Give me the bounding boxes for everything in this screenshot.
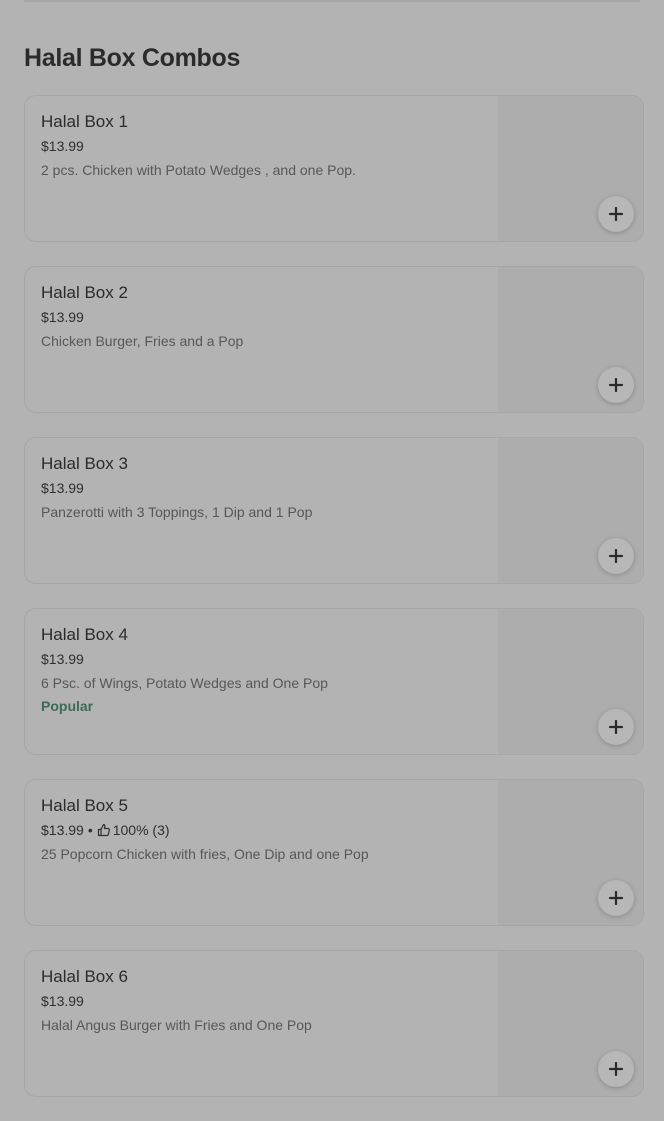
item-price-row: $13.99 bbox=[41, 480, 84, 496]
item-price: $13.99 bbox=[41, 138, 84, 154]
item-name: Halal Box 4 bbox=[41, 625, 128, 644]
item-name: Halal Box 3 bbox=[41, 454, 128, 473]
item-price-row: $13.99 bbox=[41, 138, 84, 154]
item-description: 25 Popcorn Chicken with fries, One Dip a… bbox=[41, 846, 369, 862]
item-name: Halal Box 2 bbox=[41, 283, 128, 302]
price-separator: • bbox=[87, 822, 93, 838]
menu-item-card[interactable]: Halal Box 3 $13.99 Panzerotti with 3 Top… bbox=[24, 437, 644, 584]
item-name: Halal Box 6 bbox=[41, 967, 128, 986]
item-name: Halal Box 5 bbox=[41, 796, 128, 815]
item-price: $13.99 bbox=[41, 480, 84, 496]
section-title: Halal Box Combos bbox=[24, 44, 241, 72]
plus-icon bbox=[609, 891, 623, 905]
item-description: 6 Psc. of Wings, Potato Wedges and One P… bbox=[41, 675, 328, 691]
thumbs-up-icon bbox=[97, 823, 110, 837]
add-item-button[interactable] bbox=[598, 367, 634, 403]
add-item-button[interactable] bbox=[598, 880, 634, 916]
menu-item-card[interactable]: Halal Box 1 $13.99 2 pcs. Chicken with P… bbox=[24, 95, 644, 242]
plus-icon bbox=[609, 207, 623, 221]
top-divider bbox=[24, 0, 640, 2]
item-description: 2 pcs. Chicken with Potato Wedges , and … bbox=[41, 162, 356, 178]
item-description: Panzerotti with 3 Toppings, 1 Dip and 1 … bbox=[41, 504, 313, 520]
add-item-button[interactable] bbox=[598, 196, 634, 232]
item-price: $13.99 bbox=[41, 993, 84, 1009]
add-item-button[interactable] bbox=[598, 538, 634, 574]
menu-item-card[interactable]: Halal Box 4 $13.99 6 Psc. of Wings, Pota… bbox=[24, 608, 644, 755]
item-description: Halal Angus Burger with Fries and One Po… bbox=[41, 1017, 312, 1033]
item-price: $13.99 bbox=[41, 309, 84, 325]
item-rating: 100% (3) bbox=[112, 822, 170, 838]
item-price-row: $13.99 bbox=[41, 309, 84, 325]
menu-item-card[interactable]: Halal Box 6 $13.99 Halal Angus Burger wi… bbox=[24, 950, 644, 1097]
item-name: Halal Box 1 bbox=[41, 112, 128, 131]
add-item-button[interactable] bbox=[598, 709, 634, 745]
add-item-button[interactable] bbox=[598, 1051, 634, 1087]
plus-icon bbox=[609, 720, 623, 734]
menu-item-card[interactable]: Halal Box 5 $13.99 • 100% (3) 25 Popcorn… bbox=[24, 779, 644, 926]
item-description: Chicken Burger, Fries and a Pop bbox=[41, 333, 244, 349]
item-price-row: $13.99 bbox=[41, 651, 84, 667]
menu-item-list: Halal Box 1 $13.99 2 pcs. Chicken with P… bbox=[24, 95, 644, 1121]
plus-icon bbox=[609, 378, 623, 392]
plus-icon bbox=[609, 549, 623, 563]
plus-icon bbox=[609, 1062, 623, 1076]
item-price-row: $13.99 bbox=[41, 993, 84, 1009]
popular-badge: Popular bbox=[41, 698, 94, 714]
menu-item-card[interactable]: Halal Box 2 $13.99 Chicken Burger, Fries… bbox=[24, 266, 644, 413]
item-price-row: $13.99 • 100% (3) bbox=[41, 822, 170, 838]
item-price: $13.99 bbox=[41, 822, 84, 838]
item-price: $13.99 bbox=[41, 651, 84, 667]
